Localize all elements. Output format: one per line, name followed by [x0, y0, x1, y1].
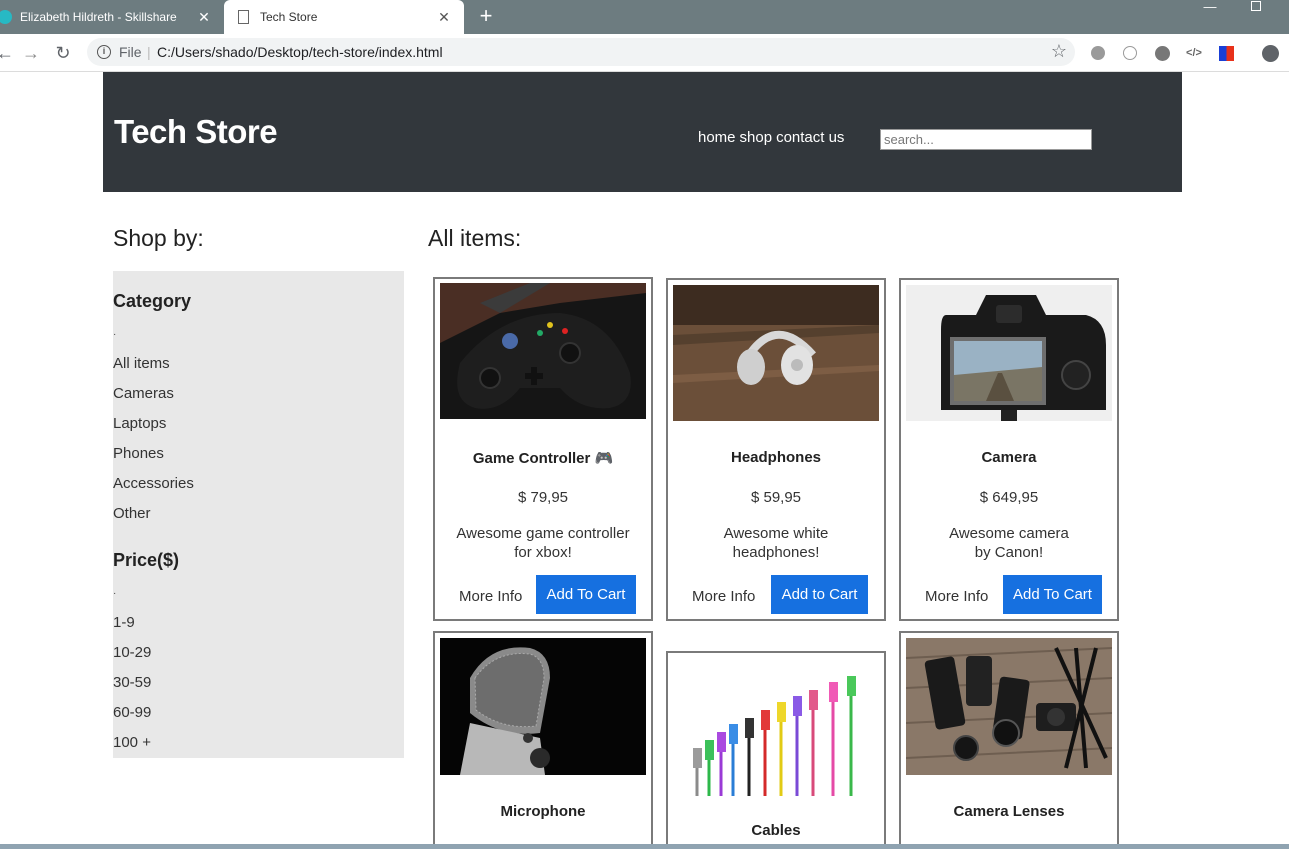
- all-items-heading: All items:: [428, 225, 522, 251]
- bookmark-star-icon[interactable]: ☆: [1051, 41, 1067, 62]
- browser-tab-tech-store[interactable]: Tech Store ✕: [224, 0, 464, 34]
- category-link-accessories[interactable]: Accessories: [113, 475, 194, 492]
- tech-store-page: Tech Store home shop contact us Shop by:…: [103, 72, 1182, 844]
- maximize-window-icon[interactable]: [1236, 0, 1276, 16]
- product-name: Headphones: [730, 449, 821, 466]
- price-link-100-plus[interactable]: 100 +: [113, 734, 151, 751]
- product-card-camera: Camera $ 649,95 Awesome camera by Canon!…: [899, 278, 1119, 621]
- list-bullet: ·: [113, 329, 117, 340]
- forward-arrow-icon[interactable]: →: [18, 40, 44, 66]
- product-name: Microphone: [500, 803, 586, 820]
- game-controller-image[interactable]: [440, 283, 646, 419]
- extension-circle-icon[interactable]: [1120, 43, 1140, 63]
- product-name: Cables: [751, 822, 801, 839]
- back-arrow-icon[interactable]: ←: [0, 40, 18, 66]
- product-card-camera-lenses: Camera Lenses: [899, 631, 1119, 844]
- nav-link-contact[interactable]: contact us: [776, 129, 844, 146]
- site-header: Tech Store home shop contact us: [103, 72, 1182, 192]
- tab-title: Tech Store: [260, 10, 318, 24]
- product-description: Awesome camera by Canon!: [913, 524, 1105, 562]
- extension-balloon-icon[interactable]: [1088, 43, 1108, 63]
- price-link-60-99[interactable]: 60-99: [113, 704, 151, 721]
- page-document-icon: [238, 10, 249, 24]
- extension-gear-icon[interactable]: [1152, 43, 1172, 63]
- address-url[interactable]: C:/Users/shado/Desktop/tech-store/index.…: [157, 44, 443, 60]
- more-info-link[interactable]: More Info: [925, 588, 988, 605]
- camera-image[interactable]: [906, 285, 1112, 421]
- category-link-laptops[interactable]: Laptops: [113, 415, 166, 432]
- description-line: headphones!: [732, 544, 820, 561]
- filter-sidebar: Category · All items Cameras Laptops Pho…: [113, 271, 404, 758]
- list-bullet: ·: [113, 588, 117, 599]
- extension-code-icon[interactable]: </>: [1184, 43, 1204, 63]
- tab-title: Elizabeth Hildreth - Skillshare: [20, 10, 177, 24]
- product-name: Game Controller 🎮: [472, 450, 614, 467]
- price-link-1-9[interactable]: 1-9: [113, 614, 135, 631]
- description-line: for xbox!: [514, 544, 572, 561]
- skillshare-favicon-icon: [0, 10, 12, 24]
- address-scheme: File: [119, 44, 142, 60]
- category-link-other[interactable]: Other: [113, 505, 151, 522]
- site-nav: home shop contact us: [698, 129, 844, 146]
- price-link-30-59[interactable]: 30-59: [113, 674, 151, 691]
- category-heading: Category: [113, 291, 192, 311]
- close-icon[interactable]: ✕: [196, 9, 212, 25]
- product-name: Camera: [981, 449, 1037, 466]
- extension-colorful-icon[interactable]: [1216, 43, 1236, 63]
- description-line: Awesome camera: [949, 525, 1069, 542]
- add-to-cart-button[interactable]: Add To Cart: [1003, 575, 1102, 614]
- add-to-cart-button[interactable]: Add to Cart: [771, 575, 868, 614]
- product-price: $ 649,95: [979, 489, 1039, 506]
- product-name: Camera Lenses: [953, 803, 1065, 820]
- product-card-cables: Cables: [666, 651, 886, 844]
- product-card-game-controller: Game Controller 🎮 $ 79,95 Awesome game c…: [433, 277, 653, 621]
- nav-link-shop[interactable]: shop: [740, 129, 773, 146]
- category-link-cameras[interactable]: Cameras: [113, 385, 174, 402]
- cables-image[interactable]: [673, 658, 879, 796]
- new-tab-plus-icon[interactable]: +: [474, 5, 498, 29]
- address-bar[interactable]: i File | C:/Users/shado/Desktop/tech-sto…: [87, 38, 1075, 66]
- camera-lenses-image[interactable]: [906, 638, 1112, 775]
- site-title: Tech Store: [114, 113, 278, 150]
- category-link-phones[interactable]: Phones: [113, 445, 164, 462]
- price-heading: Price($): [113, 550, 180, 570]
- product-card-microphone: Microphone: [433, 631, 653, 844]
- category-link-all-items[interactable]: All items: [113, 355, 170, 372]
- more-info-link[interactable]: More Info: [459, 588, 522, 605]
- browser-toolbar: ← → ↻ i File | C:/Users/shado/Desktop/te…: [0, 34, 1289, 72]
- product-card-headphones: Headphones $ 59,95 Awesome white headpho…: [666, 278, 886, 621]
- microphone-image[interactable]: [440, 638, 646, 775]
- price-link-10-29[interactable]: 10-29: [113, 644, 151, 661]
- close-icon[interactable]: ✕: [436, 9, 452, 25]
- browser-tab-skillshare[interactable]: Elizabeth Hildreth - Skillshare ✕: [0, 0, 224, 34]
- browser-tabstrip: Elizabeth Hildreth - Skillshare ✕ Tech S…: [0, 0, 1289, 34]
- product-price: $ 59,95: [750, 489, 802, 506]
- reload-icon[interactable]: ↻: [50, 40, 76, 66]
- product-price: $ 79,95: [517, 489, 569, 506]
- description-line: Awesome white: [723, 525, 829, 542]
- search-input[interactable]: [880, 129, 1092, 150]
- more-info-link[interactable]: More Info: [692, 588, 755, 605]
- os-taskbar-edge: [0, 844, 1289, 849]
- headphones-image[interactable]: [673, 285, 879, 421]
- nav-link-home[interactable]: home: [698, 129, 736, 146]
- description-line: Awesome game controller: [456, 525, 630, 542]
- add-to-cart-button[interactable]: Add To Cart: [536, 575, 636, 614]
- site-info-icon[interactable]: i: [97, 45, 111, 59]
- product-description: Awesome game controller for xbox!: [447, 524, 639, 562]
- minimize-window-icon[interactable]: —: [1190, 0, 1230, 16]
- profile-avatar-icon[interactable]: [1260, 43, 1280, 63]
- description-line: by Canon!: [974, 544, 1044, 561]
- address-separator: |: [147, 44, 151, 60]
- product-description: Awesome white headphones!: [680, 524, 872, 562]
- shop-by-heading: Shop by:: [113, 225, 204, 251]
